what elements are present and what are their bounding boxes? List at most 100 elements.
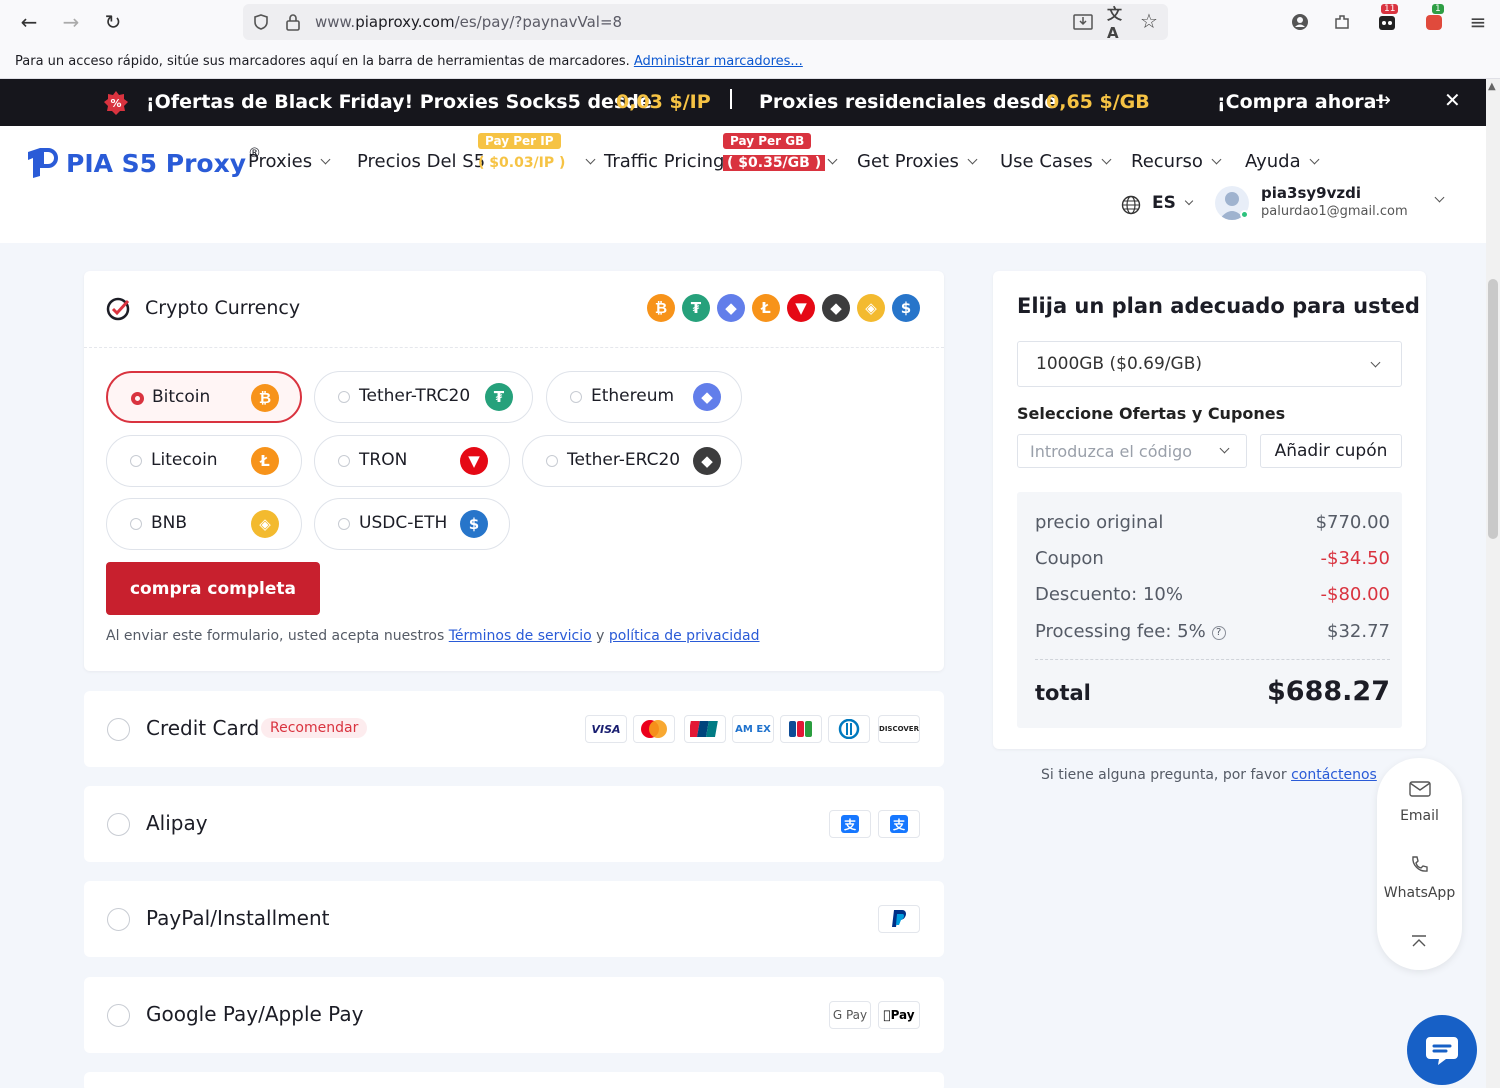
tether-icon: ₮ — [485, 383, 513, 411]
payment-method-paypal[interactable]: PayPal/Installment — [84, 881, 944, 957]
extension-red-icon[interactable]: 1 — [1424, 4, 1444, 32]
promo-text-socks: ¡Ofertas de Black Friday! Proxies Socks5… — [146, 91, 652, 113]
logo-text: PIA S5 Proxy — [66, 148, 247, 178]
visa-icon: VISA — [585, 715, 627, 743]
usdc-icon: $ — [460, 510, 488, 538]
payment-method-alipay[interactable]: Alipay 支 支 — [84, 786, 944, 862]
chat-button[interactable] — [1407, 1015, 1477, 1085]
logo-icon — [28, 148, 58, 178]
payment-method-google-apple-pay[interactable]: Google Pay/Apple Pay G Pay Pay — [84, 977, 944, 1053]
plan-select-value: 1000GB ($0.69/GB) — [1036, 354, 1202, 374]
account-icon[interactable] — [1290, 12, 1310, 32]
help-icon[interactable]: ? — [1211, 626, 1226, 640]
scroll-up-icon[interactable]: ▲ — [1488, 81, 1496, 92]
summary-title: Elija un plan adecuado para usted — [1017, 294, 1420, 318]
arrow-right-icon[interactable]: → — [1375, 89, 1391, 111]
nav-proxies[interactable]: Proxies — [248, 151, 331, 172]
logo[interactable]: PIA S5 Proxy ® — [24, 146, 261, 180]
close-icon[interactable]: ✕ — [1444, 88, 1461, 112]
pay-per-gb-tag: Pay Per GB — [723, 133, 812, 149]
user-name: pia3sy9vzdi — [1261, 184, 1361, 202]
contact-link[interactable]: contáctenos — [1291, 767, 1377, 783]
bitcoin-icon: ₿ — [647, 294, 675, 322]
crypto-option-litecoin[interactable]: Litecoin Ł — [106, 435, 302, 487]
divider — [84, 347, 944, 348]
user-menu-chevron-icon[interactable] — [1434, 192, 1445, 203]
radio[interactable] — [107, 813, 130, 836]
radio[interactable] — [107, 1004, 130, 1027]
back-to-top-icon[interactable] — [1410, 933, 1428, 952]
language-selector[interactable]: ES — [1152, 193, 1194, 213]
promo-cta[interactable]: ¡Compra ahora! — [1217, 91, 1385, 113]
manage-bookmarks-link[interactable]: Administrar marcadores... — [634, 54, 803, 69]
summary-row-fee: Processing fee: 5%? $32.77 — [1035, 621, 1390, 642]
page-scrollbar[interactable]: ▲ — [1486, 79, 1500, 1088]
radio[interactable] — [107, 908, 130, 931]
scrollbar-thumb[interactable] — [1488, 279, 1498, 539]
extension-badge-icon[interactable]: 11 — [1377, 4, 1399, 32]
download-page-icon[interactable] — [1073, 12, 1093, 32]
complete-purchase-button[interactable]: compra completa — [106, 562, 320, 615]
address-bar[interactable]: www.piaproxy.com/es/pay/?paynavVal=8 文A … — [243, 4, 1168, 42]
plan-select[interactable]: 1000GB ($0.69/GB) — [1017, 341, 1402, 387]
payment-label: Google Pay/Apple Pay — [146, 1002, 364, 1026]
tron-icon: ▼ — [460, 447, 488, 475]
option-label: BNB — [151, 513, 188, 533]
amex-icon: AM EX — [732, 715, 774, 743]
crypto-option-tron[interactable]: TRON ▼ — [314, 435, 510, 487]
radio — [338, 391, 350, 403]
bookmarks-hint: Para un acceso rápido, sitúe sus marcado… — [15, 54, 630, 69]
nav-use-cases[interactable]: Use Cases — [1000, 151, 1112, 172]
coupon-placeholder: Introduzca el código — [1030, 442, 1193, 461]
chat-icon — [1426, 1037, 1458, 1065]
coupon-input[interactable]: Introduzca el código — [1017, 434, 1247, 468]
reload-icon[interactable]: ↻ — [96, 5, 130, 39]
option-label: USDC-ETH — [359, 513, 448, 533]
email-label[interactable]: Email — [1377, 808, 1462, 824]
crypto-option-bnb[interactable]: BNB ◈ — [106, 498, 302, 550]
price-breakdown: precio original $770.00 Coupon -$34.50 Des… — [1017, 492, 1402, 728]
ethereum-icon: ◆ — [717, 294, 745, 322]
crypto-option-usdc-eth[interactable]: USDC-ETH $ — [314, 498, 510, 550]
crypto-payment-card: Crypto Currency ₿ ₮ ◆ Ł ▼ ◆ ◈ $ Bitcoin … — [84, 271, 944, 671]
whatsapp-label[interactable]: WhatsApp — [1377, 885, 1462, 901]
crypto-option-tether-erc20[interactable]: Tether-ERC20 ◆ — [522, 435, 742, 487]
discount-icon: % — [103, 90, 129, 121]
crypto-option-tether-trc20[interactable]: Tether-TRC20 ₮ — [314, 371, 533, 423]
privacy-link[interactable]: política de privacidad — [609, 628, 760, 644]
shield-icon[interactable] — [251, 12, 271, 32]
lock-icon[interactable] — [283, 12, 303, 32]
crypto-option-bitcoin[interactable]: Bitcoin ₿ — [106, 371, 302, 423]
nav-get-proxies[interactable]: Get Proxies — [857, 151, 978, 172]
summary-row-original: precio original $770.00 — [1035, 512, 1390, 533]
option-label: Bitcoin — [152, 387, 211, 407]
add-coupon-button[interactable]: Añadir cupón — [1260, 434, 1402, 468]
email-icon[interactable] — [1409, 780, 1431, 802]
radio[interactable] — [107, 718, 130, 741]
globe-icon[interactable] — [1121, 195, 1141, 219]
forward-icon[interactable]: → — [54, 5, 88, 39]
star-icon[interactable]: ☆ — [1139, 9, 1159, 33]
payment-method-credit-card[interactable]: Credit Card Recomendar VISA AM EX DISCOV… — [84, 691, 944, 767]
nav-ayuda[interactable]: Ayuda — [1245, 151, 1320, 172]
crypto-option-ethereum[interactable]: Ethereum ◆ — [546, 371, 742, 423]
online-status-dot — [1240, 210, 1249, 219]
promo-price-gb: 0,65 $/GB — [1046, 91, 1150, 113]
svg-text:支: 支 — [843, 817, 857, 832]
payment-method-next — [84, 1072, 944, 1088]
extensions-icon[interactable] — [1332, 12, 1352, 32]
browser-toolbar: ← → ↻ www.piaproxy.com/es/pay/?paynavVal… — [0, 0, 1500, 44]
nav-recurso[interactable]: Recurso — [1131, 151, 1222, 172]
pay-per-ip-price: ( $0.03/IP ) — [478, 155, 566, 171]
pay-per-gb-price: ( $0.35/GB ) — [723, 155, 826, 171]
translate-icon[interactable]: 文A — [1107, 5, 1127, 42]
contact-line: Si tiene alguna pregunta, por favor cont… — [1041, 767, 1377, 783]
jcb-icon — [780, 715, 822, 743]
terms-link[interactable]: Términos de servicio — [449, 628, 592, 644]
paypal-icon — [878, 905, 920, 933]
usdc-icon: $ — [892, 294, 920, 322]
phone-icon[interactable] — [1409, 855, 1429, 879]
menu-icon[interactable]: ≡ — [1468, 10, 1488, 34]
back-icon[interactable]: ← — [12, 5, 46, 39]
option-label: Tether-TRC20 — [359, 386, 471, 406]
